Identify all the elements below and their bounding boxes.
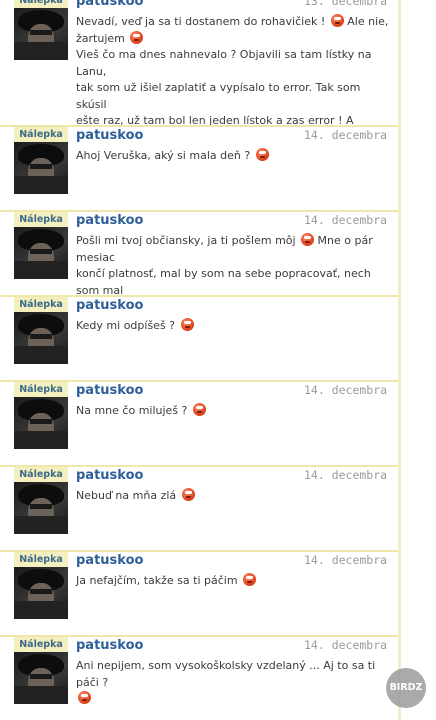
smiley-icon	[255, 148, 269, 161]
comment-text-segment: Nebuď na mňa zlá	[76, 489, 180, 502]
comment-line: Na mne čo miluješ ?	[76, 403, 394, 420]
smiley-icon	[181, 488, 195, 501]
comment-line: Ani nepijem, som vysokoškolsky vzdelaný …	[76, 658, 394, 691]
username-link[interactable]: patuskoo	[76, 298, 143, 313]
avatar[interactable]	[14, 397, 68, 449]
comment-line: Nevadí, veď ja sa ti dostanem do rohavič…	[76, 14, 394, 31]
right-rail	[398, 0, 401, 720]
avatar[interactable]	[14, 482, 68, 534]
avatar[interactable]	[14, 652, 68, 704]
sticker-tag[interactable]: Nálepka	[14, 127, 68, 142]
comment-text-segment: Nevadí, veď ja sa ti dostanem do rohavič…	[76, 15, 329, 28]
username-link[interactable]: patuskoo	[76, 0, 143, 9]
sticker-tag[interactable]: Nálepka	[14, 212, 68, 227]
comment-text-segment: žartujem	[76, 31, 129, 45]
comment-line: tak som už išiel zaplatiť a vypísalo to …	[76, 80, 394, 113]
comment-line	[76, 691, 394, 708]
comment-text: Na mne čo miluješ ?	[76, 403, 394, 420]
comment-text: Kedy mi odpíšeš ?	[76, 318, 394, 335]
comment-item: Nálepka patuskoo Kedy mi odpíšeš ?	[0, 295, 398, 380]
avatar[interactable]	[14, 142, 68, 194]
avatar[interactable]	[14, 8, 68, 60]
comment-item: Nálepka patuskoo 14. decembra Nebuď na mňa …	[0, 465, 398, 550]
username-link[interactable]: patuskoo	[76, 638, 143, 653]
comment-text: Ahoj Veruška, aký si mala deň ?	[76, 148, 394, 165]
comment-text-segment: Ale nie,	[343, 15, 389, 28]
comment-line: žartujem	[76, 30, 394, 48]
comment-text-segment: končí platnosť, mal by som na sebe popra…	[76, 267, 371, 297]
comment-feed: Nálepka patuskoo 13. decembra Nevadí, veď j…	[0, 0, 398, 720]
sticker-tag[interactable]: Nálepka	[14, 467, 68, 482]
sticker-tag[interactable]: Nálepka	[14, 552, 68, 567]
comment-line: Ahoj Veruška, aký si mala deň ?	[76, 148, 394, 165]
comment-text-segment: tak som už išiel zaplatiť a vypísalo to …	[76, 81, 361, 111]
comment-text: Ja nefajčím, takže sa ti páčim	[76, 573, 394, 590]
smiley-icon	[180, 318, 194, 331]
comment-date: 14. decembra	[304, 468, 388, 482]
avatar[interactable]	[14, 312, 68, 364]
comment-line: Vieš čo ma dnes nahnevalo ? Objavili sa …	[76, 47, 394, 80]
smiley-icon	[330, 14, 344, 27]
smiley-icon	[192, 403, 206, 416]
username-link[interactable]: patuskoo	[76, 128, 143, 143]
comment-text-segment: Ani nepijem, som vysokoškolsky vzdelaný …	[76, 659, 376, 689]
birdz-watermark: BIRDZ	[386, 668, 426, 708]
comment-date: 14. decembra	[304, 553, 388, 567]
comment-text-segment: Ja nefajčím, takže sa ti páčim	[76, 574, 242, 587]
comment-text-segment: Kedy mi odpíšeš ?	[76, 319, 179, 332]
comment-line: Kedy mi odpíšeš ?	[76, 318, 394, 335]
comment-date: 14. decembra	[304, 638, 388, 652]
avatar[interactable]	[14, 567, 68, 619]
comment-item: Nálepka patuskoo 14. decembra Na mne čo mil…	[0, 380, 398, 465]
smiley-icon	[78, 691, 91, 704]
comment-text-segment: Na mne čo miluješ ?	[76, 404, 191, 417]
comment-item: Nálepka patuskoo 14. decembra Ahoj Veruška,…	[0, 125, 398, 210]
comment-date: 13. decembra	[304, 0, 388, 8]
sticker-tag[interactable]: Nálepka	[14, 297, 68, 312]
username-link[interactable]: patuskoo	[76, 468, 143, 483]
smiley-icon	[130, 30, 144, 44]
comment-text-segment: Pošli mi tvoj občiansky, ja ti pošlem mô…	[76, 234, 300, 247]
comment-date: 14. decembra	[304, 213, 388, 227]
username-link[interactable]: patuskoo	[76, 553, 143, 568]
sticker-tag[interactable]: Nálepka	[14, 637, 68, 652]
smiley-icon	[301, 233, 315, 246]
comment-item: Nálepka patuskoo 13. decembra Nevadí, veď j…	[0, 0, 398, 159]
comment-text-segment: Vieš čo ma dnes nahnevalo ? Objavili sa …	[76, 48, 372, 78]
comment-line: Pošli mi tvoj občiansky, ja ti pošlem mô…	[76, 233, 394, 266]
comment-date: 14. decembra	[304, 128, 388, 142]
comment-item: Nálepka patuskoo 14. decembra Pošli mi tvoj…	[0, 210, 398, 313]
comment-text-segment: Ahoj Veruška, aký si mala deň ?	[76, 149, 254, 162]
comment-item: Nálepka patuskoo 14. decembra Ja nefajčím, …	[0, 550, 398, 635]
username-link[interactable]: patuskoo	[76, 213, 143, 228]
comment-text: Ani nepijem, som vysokoškolsky vzdelaný …	[76, 658, 394, 708]
comment-line: Ja nefajčím, takže sa ti páčim	[76, 573, 394, 590]
comment-page: Nálepka patuskoo 13. decembra Nevadí, veď j…	[0, 0, 436, 720]
sticker-tag[interactable]: Nálepka	[14, 382, 68, 397]
sticker-tag[interactable]: Nálepka	[14, 0, 68, 8]
comment-item: Nálepka patuskoo 14. decembra Ani nepijem, …	[0, 635, 398, 720]
comment-date: 14. decembra	[304, 383, 388, 397]
username-link[interactable]: patuskoo	[76, 383, 143, 398]
comment-line: Nebuď na mňa zlá	[76, 488, 394, 505]
avatar[interactable]	[14, 227, 68, 279]
smiley-icon	[243, 573, 257, 586]
comment-text: Nebuď na mňa zlá	[76, 488, 394, 505]
